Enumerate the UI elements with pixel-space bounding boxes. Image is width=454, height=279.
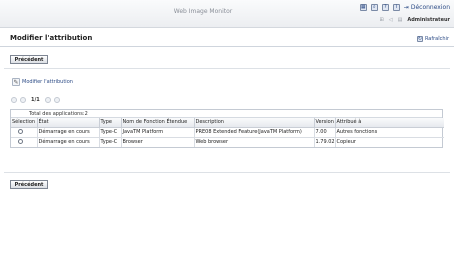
- help-icon[interactable]: ?: [381, 4, 389, 11]
- table-row: Démarrage en cours Type-C JavaTM Platfor…: [11, 127, 444, 138]
- col-header-assigned-to: Attribué à: [335, 118, 444, 128]
- version-cell: 7.00: [314, 127, 336, 138]
- assigned-to-cell: Autres fonctions: [335, 127, 444, 138]
- first-page-icon[interactable]: [11, 97, 17, 103]
- col-header-selection: Sélection: [11, 118, 38, 128]
- page-indicator: 1/1: [31, 97, 40, 103]
- selection-radio[interactable]: [18, 138, 23, 144]
- back-button-bottom[interactable]: Précédent: [10, 180, 48, 189]
- col-header-state: État: [37, 118, 100, 128]
- type-cell: Type-C: [99, 127, 122, 138]
- table-header-row: Sélection État Type Nom de Fonction Éten…: [11, 118, 444, 128]
- mini-icon-b: ◁: [388, 17, 393, 23]
- type-cell: Type-C: [99, 137, 122, 147]
- total-count: Total des applications:2: [11, 110, 442, 118]
- selection-radio[interactable]: [18, 128, 23, 134]
- description-cell: Web browser: [194, 137, 315, 147]
- assigned-to-cell: Copieur: [336, 139, 356, 146]
- user-row: ⊞ ◁ ▤ Administrateur: [380, 17, 450, 23]
- modify-assignment-label: Modifier l'attribution: [22, 79, 73, 85]
- refresh-icon: ↻: [416, 35, 423, 42]
- divider: [4, 68, 450, 69]
- logout-link[interactable]: ⇥ Déconnexion: [404, 4, 450, 11]
- refresh-label: Rafraîchir: [424, 36, 449, 42]
- pencil-icon: ✎: [12, 78, 20, 86]
- next-page-icon[interactable]: [44, 97, 51, 103]
- top-icon-group: ▦ ⌕ ? i ⇥ Déconnexion: [359, 4, 450, 11]
- app-title: Web Image Monitor: [173, 8, 233, 15]
- mini-icon-c: ▤: [397, 17, 403, 23]
- top-bar: Web Image Monitor ▦ ⌕ ? i ⇥ Déconnexion …: [0, 0, 454, 28]
- page-title: Modifier l'attribution: [10, 34, 93, 42]
- pager: 1/1: [11, 97, 60, 103]
- state-cell: Démarrage en cours: [37, 127, 100, 138]
- table-row: Démarrage en cours Type-C Browser Web br…: [11, 137, 444, 147]
- logout-label: Déconnexion: [410, 4, 450, 11]
- applications-table: Total des applications:2 Sélection État …: [10, 109, 444, 148]
- function-name-cell: Browser: [121, 137, 195, 147]
- refresh-button[interactable]: ↻ Rafraîchir: [416, 35, 449, 42]
- search-icon[interactable]: ⌕: [370, 4, 378, 11]
- function-name-cell: JavaTM Platform: [121, 127, 195, 138]
- col-header-description: Description: [194, 118, 315, 128]
- modify-assignment-link[interactable]: ✎ Modifier l'attribution: [12, 78, 73, 86]
- description-cell: PRE08 Extended Feature(JavaTM Platform): [194, 127, 315, 138]
- col-header-version: Version: [314, 118, 336, 128]
- back-button-top[interactable]: Précédent: [10, 55, 48, 64]
- last-page-icon[interactable]: [53, 97, 60, 103]
- logout-icon: ⇥: [403, 4, 409, 11]
- grid-icon[interactable]: ▦: [359, 4, 367, 11]
- divider: [4, 172, 450, 173]
- version-cell: 1.79.02: [314, 137, 336, 147]
- state-cell: Démarrage en cours: [37, 137, 100, 147]
- selection-cell: [11, 127, 38, 138]
- col-header-function-name: Nom de Fonction Étendue: [121, 118, 195, 128]
- info-icon[interactable]: i: [392, 4, 400, 11]
- mini-icon-a: ⊞: [379, 17, 384, 23]
- col-header-type: Type: [99, 118, 122, 128]
- page-title-bar: Modifier l'attribution ↻ Rafraîchir: [0, 29, 454, 47]
- selection-cell: [11, 137, 38, 147]
- user-name: Administrateur: [407, 17, 450, 23]
- prev-page-icon[interactable]: [20, 97, 26, 103]
